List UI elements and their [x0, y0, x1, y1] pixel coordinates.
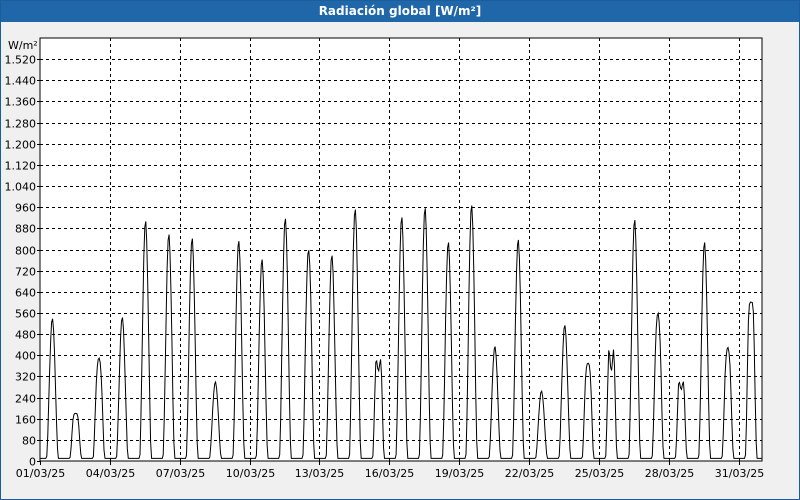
chart-canvas: 0801602403204004805606407208008809601.04…	[5, 37, 764, 480]
y-tick-label: 1.040	[5, 181, 37, 194]
y-tick-label: 720	[15, 266, 36, 279]
y-tick-label: 1.520	[5, 54, 37, 67]
y-tick-label: 1.360	[5, 96, 37, 109]
y-tick-label: 320	[15, 371, 36, 384]
y-axis-label: W/m²	[8, 39, 38, 52]
x-tick-label: 22/03/25	[505, 467, 554, 480]
y-tick-label: 880	[15, 223, 36, 236]
y-tick-label: 1.280	[5, 118, 37, 131]
y-tick-label: 560	[15, 308, 36, 321]
y-tick-label: 1.200	[5, 139, 37, 152]
y-tick-label: 160	[15, 414, 36, 427]
y-tick-label: 800	[15, 245, 36, 258]
y-tick-label: 80	[22, 435, 36, 448]
x-tick-label: 25/03/25	[575, 467, 624, 480]
x-tick-label: 31/03/25	[715, 467, 764, 480]
x-tick: 01/03/25	[16, 461, 65, 480]
y-tick-label: 1.440	[5, 75, 37, 88]
x-tick-label: 01/03/25	[16, 467, 65, 480]
y-tick-label: 400	[15, 350, 36, 363]
x-tick-label: 13/03/25	[295, 467, 344, 480]
x-tick-label: 04/03/25	[86, 467, 135, 480]
x-tick-label: 19/03/25	[435, 467, 484, 480]
x-tick-label: 07/03/25	[156, 467, 205, 480]
x-tick-label: 28/03/25	[645, 467, 694, 480]
y-tick-label: 480	[15, 329, 36, 342]
y-tick-label: 640	[15, 287, 36, 300]
x-tick-label: 10/03/25	[226, 467, 275, 480]
x-tick-label: 16/03/25	[365, 467, 414, 480]
y-tick-label: 1.120	[5, 160, 37, 173]
y-tick-label: 240	[15, 393, 36, 406]
y-tick-label: 960	[15, 202, 36, 215]
